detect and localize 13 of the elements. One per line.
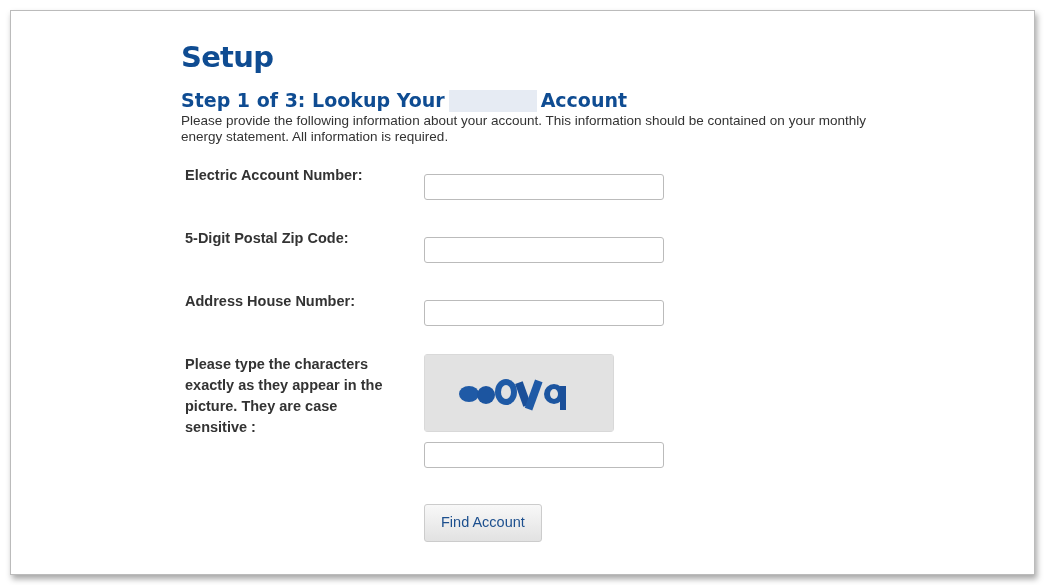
field-label: Address House Number: — [185, 292, 356, 311]
text-input[interactable] — [424, 300, 664, 326]
captcha-input[interactable] — [424, 442, 664, 468]
step-heading: Step 1 of 3: Lookup Your — [181, 89, 445, 113]
text-input[interactable] — [424, 237, 664, 263]
text-input[interactable] — [424, 174, 664, 200]
intro-text: Please provide the following information about your account. This information should be contained on your monthly energy statement. All information is required. — [181, 113, 867, 145]
field-label: 5-Digit Postal Zip Code: — [185, 229, 350, 248]
find-account-button[interactable]: Find Account — [424, 504, 542, 542]
field-label: Electric Account Number: — [185, 166, 364, 185]
step-heading: Account — [540, 89, 628, 113]
field-label: Please type the characters exactly as they appear in the picture. They are case sensitive : — [185, 355, 384, 437]
page-title: Setup — [181, 39, 275, 76]
